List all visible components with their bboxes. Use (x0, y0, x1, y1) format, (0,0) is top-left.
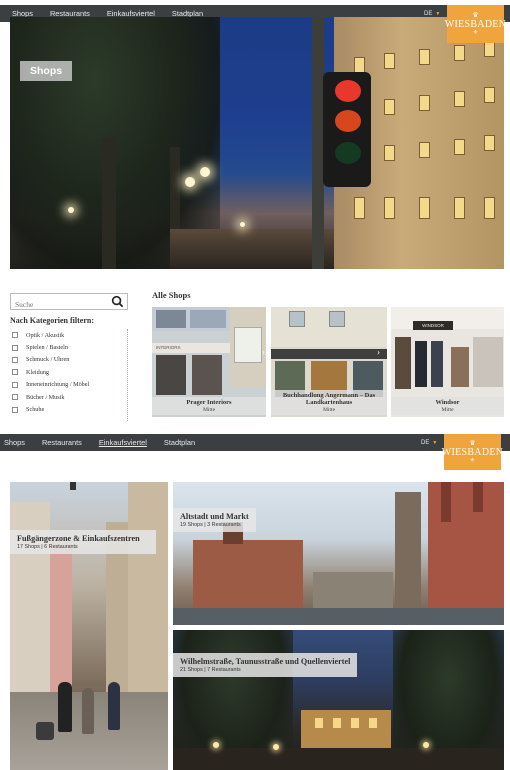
search-input[interactable] (11, 297, 107, 312)
shop-name: Prager Interiors (186, 399, 232, 407)
page-title: Shops (20, 61, 73, 81)
top-nav-bar: Shops Restaurants Einkaufsviertel Stadtp… (0, 434, 510, 451)
logo-text: WIESBADEN (441, 446, 504, 458)
category-inneneinrichtung[interactable]: Inneneinrichtung / Möbel (10, 379, 127, 391)
district-card-fussgaengerzone[interactable]: Fußgängerzone & Einkaufszentren 17 Shops… (10, 482, 168, 770)
district-info: 21 Shops | 7 Restaurants (180, 667, 241, 673)
shops-heading: Alle Shops (152, 290, 191, 300)
shop-card-buchhandlung-angermann[interactable]: Buchhandlung Angermann – Das Landkartenh… (271, 307, 387, 417)
lily-icon: ⚜ (472, 29, 479, 36)
shop-card-windsor[interactable]: WINDSOR Windsor Mitte (391, 307, 504, 417)
chevron-down-icon: ▼ (435, 10, 441, 17)
chevron-down-icon: ▼ (432, 439, 438, 446)
shop-caption: Windsor Mitte (391, 397, 504, 415)
wiesbaden-logo[interactable]: ♛ WIESBADEN ⚜ (444, 5, 507, 43)
wiesbaden-logo[interactable]: ♛ WIESBADEN ⚜ (441, 434, 504, 470)
language-selector[interactable]: DE ▼ (421, 434, 437, 451)
lily-icon: ⚜ (469, 457, 476, 464)
search-box (10, 293, 128, 312)
shop-location: Mitte (322, 407, 336, 413)
language-label: DE (424, 10, 433, 17)
nav-einkaufsviertel[interactable]: Einkaufsviertel (99, 438, 147, 447)
crown-icon: ♛ (469, 438, 476, 447)
checkbox[interactable] (12, 332, 18, 339)
shop-sign: WINDSOR (413, 321, 453, 330)
district-card-altstadt[interactable]: Altstadt und Markt 19 Shops | 3 Restaura… (173, 482, 504, 625)
checkbox[interactable] (12, 394, 18, 401)
category-buecher[interactable]: Bücher / Musik (10, 391, 127, 403)
category-optik[interactable]: Optik / Akustik (10, 329, 127, 341)
nav-stadtplan[interactable]: Stadtplan (164, 438, 195, 447)
slider-next-icon[interactable]: › (377, 347, 380, 357)
shop-name: Windsor (435, 399, 460, 407)
checkbox[interactable] (12, 344, 18, 351)
district-name: Altstadt und Markt (180, 512, 249, 521)
hero-traffic-light (323, 72, 371, 187)
checkbox[interactable] (12, 381, 18, 388)
shop-sign: INTERIORS (152, 343, 230, 353)
district-tag: Wilhelmstraße, Taunusstraße und Quellenv… (173, 653, 358, 677)
district-info: 19 Shops | 3 Restaurants (180, 522, 241, 528)
filter-heading: Nach Kategorien filtern: (10, 316, 94, 325)
shop-location: Mitte (441, 407, 454, 413)
category-spielen[interactable]: Spielen / Basteln (10, 341, 127, 353)
checkbox[interactable] (12, 369, 18, 376)
crown-icon: ♛ (472, 10, 479, 19)
district-name: Fußgängerzone & Einkaufszentren (17, 534, 140, 543)
shop-caption: Buchhandlung Angermann – Das Landkartenh… (271, 389, 387, 415)
category-schmuck[interactable]: Schmuck / Uhren (10, 354, 127, 366)
shop-card-prager-interiors[interactable]: INTERIORS Prager Interiors Mitte (152, 307, 266, 417)
main-menu: Shops Restaurants Einkaufsviertel Stadtp… (4, 434, 212, 451)
category-kleidung[interactable]: Kleidung (10, 366, 127, 378)
category-schuhe[interactable]: Schuhe (10, 403, 127, 415)
district-tag: Fußgängerzone & Einkaufszentren 17 Shops… (10, 530, 156, 554)
nav-restaurants[interactable]: Restaurants (42, 438, 82, 447)
district-name: Wilhelmstraße, Taunusstraße und Quellenv… (180, 657, 351, 666)
shop-location: Mitte (202, 407, 216, 413)
checkbox[interactable] (12, 356, 18, 363)
search-icon[interactable] (111, 295, 124, 308)
checkbox[interactable] (12, 406, 18, 413)
slider-next-icon[interactable]: › (262, 347, 265, 357)
district-info: 17 Shops | 6 Restaurants (17, 544, 78, 550)
nav-shops[interactable]: Shops (4, 438, 25, 447)
hero-tree-trunk (102, 137, 116, 269)
district-tag: Altstadt und Markt 19 Shops | 3 Restaura… (173, 508, 256, 532)
language-label: DE (421, 439, 430, 446)
logo-text: WIESBADEN (444, 18, 507, 30)
shop-caption: Prager Interiors Mitte (152, 397, 266, 415)
district-card-wilhelmstrasse[interactable]: Wilhelmstraße, Taunusstraße und Quellenv… (173, 630, 504, 770)
hero-image: Shops (10, 17, 504, 269)
shop-name: Buchhandlung Angermann – Das Landkartenh… (282, 391, 376, 407)
category-filter-list: Optik / Akustik Spielen / Basteln Schmuc… (10, 329, 128, 421)
